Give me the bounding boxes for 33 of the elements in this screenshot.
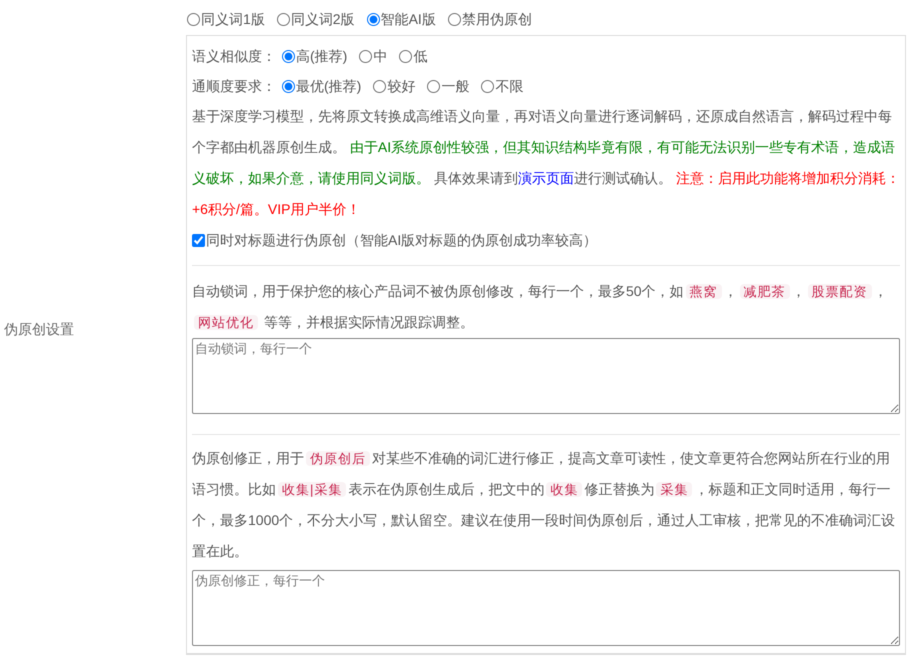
radio-button[interactable] [359,50,372,62]
radio-option[interactable]: 禁用伪原创 [448,9,532,30]
radio-option[interactable]: 智能AI版 [366,9,436,30]
radio-option[interactable]: 一般 [427,76,470,96]
radio-button[interactable] [448,13,461,26]
radio-button[interactable] [373,80,386,92]
radio-option[interactable]: 同义词2版 [276,9,355,30]
radio-button[interactable] [427,80,440,92]
radio-option[interactable]: 不限 [481,76,524,96]
radio-option[interactable]: 中 [359,46,388,66]
radio-option[interactable]: 较好 [373,76,416,96]
radio-option[interactable]: 高(推荐) [282,46,348,66]
radio-option[interactable]: 低 [399,46,428,66]
radio-button[interactable] [282,80,295,92]
similarity-label: 语义相似度： [192,46,276,66]
radio-button[interactable] [187,13,200,26]
checkbox[interactable] [192,234,205,246]
demo-page-link[interactable]: 演示页面 [518,170,574,186]
fluency-label: 通顺度要求： [192,76,276,96]
radio-button[interactable] [276,13,290,26]
lock-words-field[interactable]: 自动锁词，每行一个 [192,338,900,414]
radio-button[interactable] [282,50,295,62]
radio-button[interactable] [399,50,412,62]
radio-button[interactable] [481,80,494,92]
correction-description: 伪原创修正，用于 伪原创后 对某些不准确的词汇进行修正，提高文章可读性，使文章更符合您网站所在行业的用语习惯。比如 收集|采集 表示在伪原创生成后，把文中的 收集 修正替换为 采集 ，标题和正文同时适用，每行一个，最多1000个，不分大小写，默认留空。建议在使用一段时间伪原创后，通过人工审核，把常见的不准确词汇设置在此。 [192,449,896,561]
section-label: 伪原创设置 [4,320,74,336]
radio-button[interactable] [366,13,380,26]
title-option[interactable]: 同时对标题进行伪原创（智能AI版对标题的伪原创成功率较高） [192,225,900,255]
radio-option[interactable]: 同义词1版 [187,9,265,30]
description-text: 基于深度学习模型，先将原文转换成高维语义向量，再对语义向量进行逐词解码，还原成自然语言，解码过程中每个字都由机器原创生成。 由于AI系统原创性较强，但其知识结构毕竟有限，有可能无法识别一些专有术语，造成语义破坏，如果介意，请使用同义词版。 具体效果请到演示页面进行测试确认。 注意：启用此功能将增加积分消耗：+6积分/篇。VIP用户半价！ [192,107,900,219]
lock-words-description: 自动锁词，用于保护您的核心产品词不被伪原创修改，每行一个，最多50个，如 燕窝 ， 减肥茶 ， 股票配资 ， 网站优化 等等，并根据实际情况跟踪调整。 [192,282,889,332]
correction-field[interactable]: 伪原创修正，每行一个 [192,570,900,646]
radio-option[interactable]: 最优(推荐) [282,76,362,96]
